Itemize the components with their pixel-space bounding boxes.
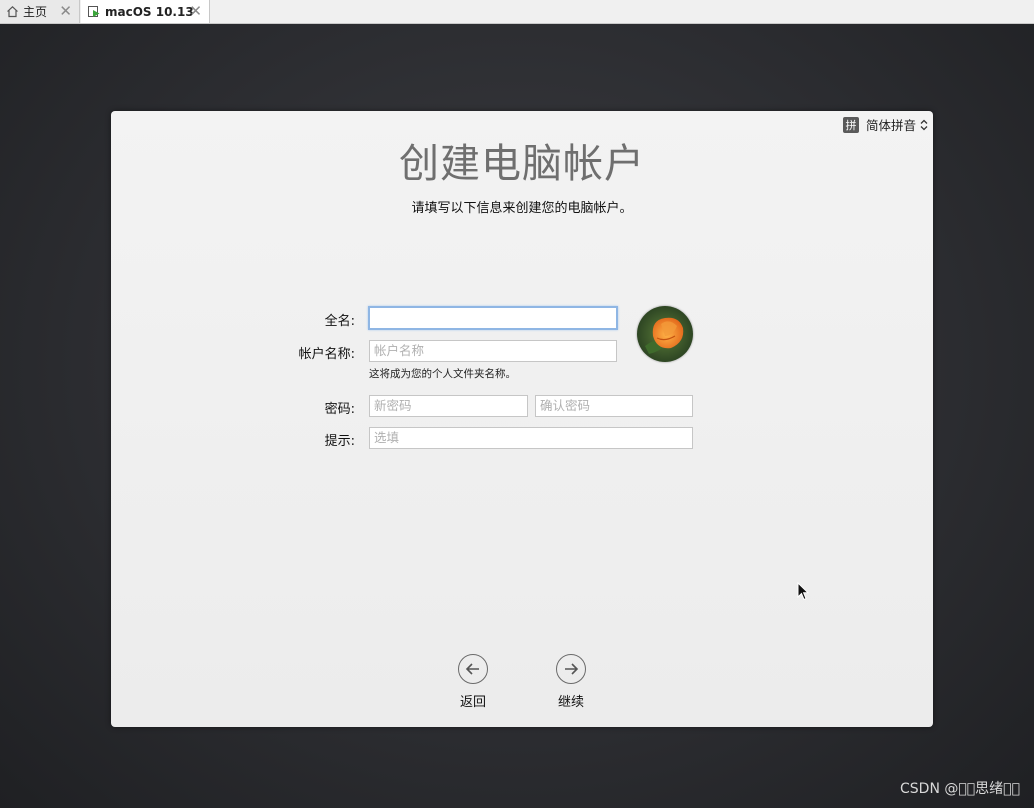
continue-button[interactable]: 继续 [541,654,601,710]
fullname-label: 全名: [324,314,355,329]
user-avatar[interactable] [637,306,693,362]
chevron-updown-icon [920,119,928,131]
close-icon[interactable]: ✕ [59,3,72,19]
page-title: 创建电脑帐户 [399,141,645,187]
vm-icon [87,5,101,19]
tab-home-label: 主页 [23,5,48,19]
continue-label: 继续 [557,695,584,710]
mouse-cursor-icon [797,581,810,605]
fullname-field[interactable] [368,306,618,330]
password-label: 密码: [324,402,355,417]
tab-home[interactable]: 主页 ✕ [0,0,80,23]
tab-macos[interactable]: macOS 10.13 ✕ [81,0,210,23]
account-name-hint: 这将成为您的个人文件夹名称。 [369,368,516,380]
tab-macos-label: macOS 10.13 [105,4,194,19]
close-icon[interactable]: ✕ [189,3,202,19]
page-subtitle: 请填写以下信息来创建您的电脑帐户。 [411,201,633,216]
password-hint-label: 提示: [324,434,355,449]
account-name-label: 帐户名称: [298,347,355,362]
back-label: 返回 [459,695,486,710]
verify-password-field[interactable]: 确认密码 [535,395,693,417]
tab-bar: 主页 ✕ macOS 10.13 ✕ [0,0,1034,24]
home-icon [6,5,19,18]
back-button[interactable]: 返回 [443,654,503,710]
arrow-right-icon [556,654,586,684]
setup-window: 拼 简体拼音 创建电脑帐户 请填写以下信息来创建您的电脑帐户。 全名: 帐户名称… [111,111,933,727]
arrow-left-icon [458,654,488,684]
account-name-field[interactable]: 帐户名称 [369,340,617,362]
password-hint-field[interactable]: 选填 [369,427,693,449]
watermark: CSDN @  思绪   [900,781,1020,797]
new-password-field[interactable]: 新密码 [369,395,528,417]
